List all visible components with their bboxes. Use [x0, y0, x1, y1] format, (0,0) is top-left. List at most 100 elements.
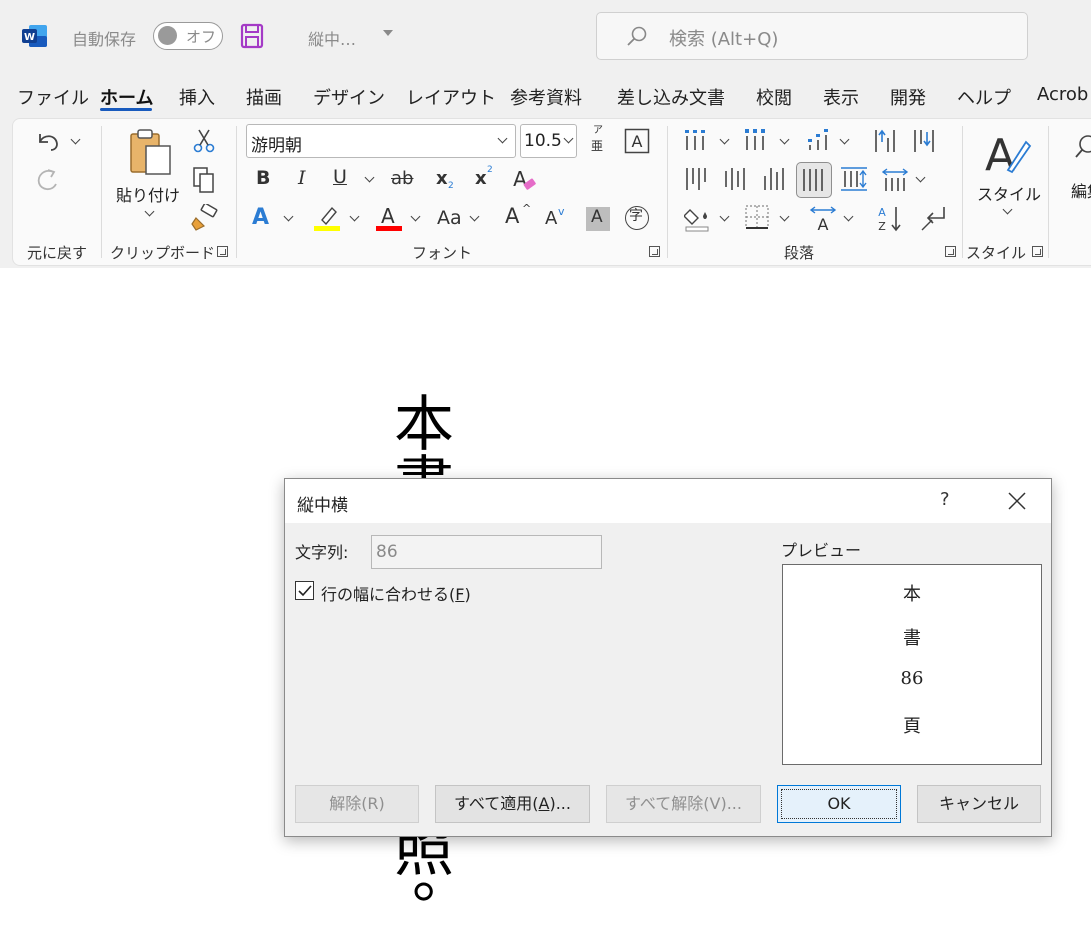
subscript-mark: 2 — [448, 181, 454, 191]
remove-button[interactable]: 解除(R) — [295, 785, 419, 823]
apply-all-button[interactable]: すべて適用(A)... — [435, 785, 590, 823]
shrink-font-letter: A — [545, 208, 558, 229]
text-field[interactable]: 86 — [371, 535, 602, 569]
paragraph-launcher-icon[interactable] — [945, 246, 956, 257]
clipboard-paste-icon[interactable] — [128, 128, 174, 178]
copy-icon[interactable] — [192, 166, 216, 194]
strikethrough-button[interactable]: ab — [391, 170, 413, 188]
search-box[interactable]: 検索 (Alt+Q) — [596, 12, 1028, 60]
enclose-characters-button[interactable]: 字 — [625, 206, 649, 230]
text-field-label: 文字列: — [295, 543, 349, 562]
superscript-mark: 2 — [487, 165, 493, 175]
numbering-icon[interactable] — [744, 128, 770, 152]
tab-help[interactable]: ヘルプ — [957, 84, 1011, 110]
paste-label[interactable]: 貼り付け — [116, 182, 180, 206]
preview-label: プレビュー — [781, 541, 862, 560]
chevron-down-icon: v — [558, 205, 565, 218]
multilevel-list-icon[interactable] — [804, 128, 832, 152]
redo-icon[interactable] — [34, 166, 62, 194]
paragraph-shading-icon[interactable] — [684, 204, 712, 232]
distributed-icon[interactable] — [840, 166, 868, 192]
cancel-button[interactable]: キャンセル — [917, 785, 1041, 823]
italic-button[interactable]: I — [298, 169, 306, 188]
borders-icon[interactable] — [744, 204, 770, 230]
tab-references[interactable]: 参考資料 — [510, 84, 582, 110]
enclose-char: 字 — [629, 208, 643, 224]
tab-file[interactable]: ファイル — [17, 84, 89, 110]
fit-line-label[interactable]: 行の幅に合わせる(F) — [321, 581, 471, 605]
help-button[interactable]: ? — [940, 489, 950, 510]
shrink-font-button[interactable]: A v — [545, 205, 571, 234]
text-direction-icon[interactable]: A — [808, 204, 838, 232]
line-spacing-icon[interactable] — [882, 166, 910, 192]
document-title[interactable]: 縦中… — [308, 26, 356, 50]
ruby-bottom-text: 亜 — [591, 139, 604, 153]
tab-view[interactable]: 表示 — [823, 84, 859, 110]
increase-indent-icon[interactable] — [912, 128, 938, 154]
align-top-icon[interactable] — [684, 166, 710, 192]
tate-chu-yoko-dialog: 縦中横 ? 文字列: 86 行の幅に合わせる(F) プレビュー 本 書 86 頁… — [284, 478, 1052, 837]
superscript-button[interactable]: x 2 — [475, 166, 499, 196]
tab-mailings[interactable]: 差し込み文書 — [617, 84, 725, 110]
tab-developer[interactable]: 開発 — [890, 84, 926, 110]
find-icon[interactable] — [1074, 132, 1091, 162]
superscript-text: x — [475, 168, 487, 189]
scissors-icon[interactable] — [192, 128, 216, 154]
svg-text:A: A — [818, 215, 829, 232]
chevron-down-icon — [563, 133, 574, 144]
change-case-button[interactable]: Aa — [437, 209, 462, 228]
clipboard-launcher-icon[interactable] — [217, 246, 228, 257]
word-app-icon: W — [22, 25, 47, 47]
styles-label[interactable]: スタイル — [977, 181, 1041, 205]
autosave-toggle[interactable]: オフ — [153, 22, 223, 50]
remove-all-button[interactable]: すべて解除(V)... — [606, 785, 761, 823]
editing-label[interactable]: 編集 — [1071, 178, 1091, 202]
clear-formatting-icon[interactable]: A — [510, 166, 538, 194]
character-border-icon[interactable]: A — [624, 128, 650, 154]
tab-draw[interactable]: 描画 — [246, 84, 282, 110]
bullets-icon[interactable] — [684, 128, 710, 152]
chevron-up-icon: ^ — [522, 202, 532, 215]
font-name-value: 游明朝 — [251, 136, 302, 156]
font-size-select[interactable]: 10.5 — [520, 124, 577, 158]
subscript-button[interactable]: x 2 — [436, 170, 460, 196]
tab-review[interactable]: 校閲 — [756, 84, 792, 110]
align-bottom-icon[interactable] — [762, 166, 788, 192]
font-size-value: 10.5 — [524, 131, 562, 151]
chevron-down-icon[interactable] — [383, 30, 393, 36]
underline-button[interactable]: U — [333, 168, 347, 187]
search-placeholder: 検索 (Alt+Q) — [669, 29, 779, 50]
styles-icon[interactable]: A — [982, 128, 1032, 178]
paragraph-mark-icon[interactable] — [920, 204, 948, 232]
bold-button[interactable]: B — [256, 169, 270, 188]
text-effect-button[interactable]: A — [252, 207, 269, 229]
tab-acrobat[interactable]: Acrob — [1037, 84, 1088, 105]
preview-char: 本 — [903, 584, 921, 605]
menu-bar: ファイル ホーム 挿入 描画 デザイン レイアウト 参考資料 差し込み文書 校閲… — [0, 72, 1091, 116]
tab-layout[interactable]: レイアウト — [406, 84, 496, 110]
group-label-font: フォント — [412, 244, 473, 262]
tab-design[interactable]: デザイン — [313, 84, 385, 110]
styles-launcher-icon[interactable] — [1032, 246, 1043, 257]
save-icon[interactable] — [240, 23, 264, 49]
group-separator — [667, 126, 668, 258]
tab-home[interactable]: ホーム — [100, 84, 153, 110]
close-icon[interactable] — [1005, 489, 1029, 513]
toggle-knob — [158, 26, 177, 45]
undo-icon[interactable] — [34, 128, 62, 154]
highlighter-icon[interactable] — [314, 204, 342, 232]
character-shading-button[interactable]: A — [586, 207, 610, 231]
ok-button[interactable]: OK — [777, 785, 901, 823]
font-launcher-icon[interactable] — [649, 246, 660, 257]
document-char: 本 — [394, 390, 454, 460]
decrease-indent-icon[interactable] — [873, 128, 899, 154]
align-center-icon[interactable] — [723, 166, 749, 192]
grow-font-button[interactable]: A ^ — [505, 202, 532, 232]
font-name-select[interactable]: 游明朝 — [246, 124, 516, 158]
tab-insert[interactable]: 挿入 — [179, 84, 215, 110]
font-color-button[interactable]: A — [376, 204, 402, 232]
phonetic-guide-button[interactable]: ア 亜 — [590, 126, 608, 156]
fit-line-checkbox[interactable] — [295, 581, 314, 600]
format-painter-icon[interactable] — [190, 204, 218, 232]
sort-icon[interactable]: A Z — [876, 204, 904, 232]
